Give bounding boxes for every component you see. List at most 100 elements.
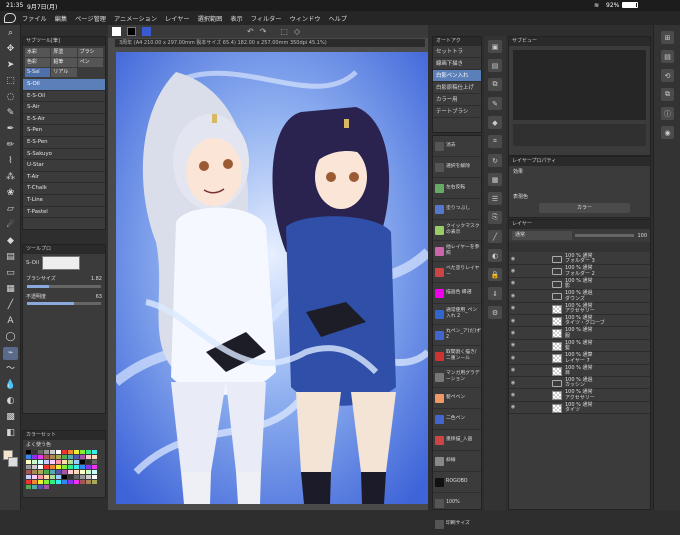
color-swatch-item[interactable] <box>68 480 73 484</box>
fill-tool-icon[interactable]: ◆ <box>488 116 502 129</box>
water-icon[interactable]: 💧 <box>3 379 18 392</box>
color-swatch-item[interactable] <box>86 455 91 459</box>
subtool-group[interactable]: ペン <box>77 58 103 67</box>
lasso-icon[interactable]: ◌ <box>3 91 18 104</box>
action-list-item[interactable]: 消去 <box>433 136 481 157</box>
active-brush-icon[interactable]: ⌁ <box>3 347 18 360</box>
action-list-item[interactable]: クイックマスクの表示 <box>433 220 481 241</box>
color-swatch-item[interactable] <box>44 465 49 469</box>
color-swatch-item[interactable] <box>32 485 37 489</box>
color-swatch-item[interactable] <box>32 470 37 474</box>
navigator-icon[interactable]: ⊞ <box>661 31 674 44</box>
subtool-group[interactable]: 鉛筆 <box>51 58 77 67</box>
blend-icon[interactable]: ☄ <box>3 219 18 232</box>
brush-item[interactable]: S-Pen <box>23 125 105 137</box>
color-swatch-item[interactable] <box>26 455 31 459</box>
text-icon[interactable]: A <box>3 315 18 328</box>
color-swatch-item[interactable] <box>74 475 79 479</box>
blue-color-icon[interactable] <box>142 27 151 36</box>
color-icon[interactable]: ◧ <box>3 427 18 440</box>
layer-row[interactable]: ◉ 100 % 通常 タイツ・グローブ <box>509 315 650 328</box>
subview-preview[interactable] <box>513 50 646 120</box>
decoration-icon[interactable]: ❀ <box>3 187 18 200</box>
select-all-icon[interactable]: ⬚ <box>280 27 288 36</box>
color-swatch-item[interactable] <box>92 460 97 464</box>
action-list-item[interactable]: 丸ペン_ア(だ)ず 2 <box>433 325 481 346</box>
color-swatch-item[interactable] <box>26 465 31 469</box>
layer-row[interactable]: ◉ 100 % 通常影 <box>509 278 650 291</box>
color-swatch-item[interactable] <box>32 475 37 479</box>
auto-action-item[interactable]: セットトラ <box>433 46 481 58</box>
action-list-item[interactable]: 墨掛描_入画 <box>433 430 481 451</box>
color-swatch-item[interactable] <box>92 475 97 479</box>
color-swatch-item[interactable] <box>38 480 43 484</box>
subtool-group[interactable]: 厚塗 <box>51 48 77 57</box>
color-swatch-item[interactable] <box>68 470 73 474</box>
action-list-item[interactable]: 二色ペン <box>433 409 481 430</box>
visibility-eye-icon[interactable]: ◉ <box>509 380 517 386</box>
action-list-item[interactable]: 取間割く描き/二重ンール <box>433 346 481 367</box>
pen-icon[interactable]: ✒ <box>3 123 18 136</box>
color-swatch-item[interactable] <box>68 460 73 464</box>
color-swatch-item[interactable] <box>50 450 55 454</box>
layer-row[interactable]: ◉ 100 % 通過 ダウンズ <box>509 290 650 303</box>
material-icon[interactable]: ▤ <box>661 50 674 63</box>
action-list-item[interactable]: 100% <box>433 493 481 514</box>
color-swatch-item[interactable] <box>50 455 55 459</box>
menu-animation[interactable]: アニメーション <box>114 14 157 23</box>
brush-item[interactable]: T-Chalk <box>23 183 105 195</box>
fill-icon[interactable]: ◆ <box>3 235 18 248</box>
layer-row[interactable]: ◉ 100 % 通常 フォルダー 3 <box>509 253 650 266</box>
color-swatch-item[interactable] <box>56 470 61 474</box>
list-icon[interactable]: ☰ <box>488 192 502 205</box>
color-swatch-item[interactable] <box>86 460 91 464</box>
menu-filter[interactable]: フィルター <box>251 14 282 23</box>
info-icon[interactable]: ⓘ <box>661 107 674 120</box>
layer-new-icon[interactable]: ▤ <box>488 59 502 72</box>
menu-view[interactable]: 表示 <box>230 14 242 23</box>
action-list-item[interactable]: 他レイヤーを参照 <box>433 241 481 262</box>
auto-action-item[interactable]: カラー用 <box>433 94 481 106</box>
document-tab[interactable]: 3周年 (A4 210.00 x 297.00mm 製本サイズ 65.4) 18… <box>115 39 425 47</box>
color-swatch-item[interactable] <box>86 450 91 454</box>
blend-mode-select[interactable]: 通常 <box>512 231 572 240</box>
color-swatch-item[interactable] <box>92 455 97 459</box>
subtool-group[interactable]: 色彩 <box>25 58 51 67</box>
color-swatch-item[interactable] <box>74 460 79 464</box>
color-swatch-item[interactable] <box>32 465 37 469</box>
subview-controls[interactable] <box>513 124 646 146</box>
color-swatch-item[interactable] <box>26 450 31 454</box>
eyedropper-icon[interactable]: ✎ <box>3 107 18 120</box>
color-swatch-item[interactable] <box>68 475 73 479</box>
color-swatch-item[interactable] <box>56 450 61 454</box>
color-swatch-item[interactable] <box>32 450 37 454</box>
layer-row[interactable]: ◉ 100 % 通常服 <box>509 327 650 340</box>
color-swatch-item[interactable] <box>92 465 97 469</box>
history-icon[interactable]: ⟲ <box>661 69 674 82</box>
sub-color[interactable] <box>8 457 18 467</box>
color-swatch-item[interactable] <box>38 475 43 479</box>
menu-layer[interactable]: レイヤー <box>165 14 190 23</box>
color-swatch-item[interactable] <box>56 455 61 459</box>
white-color-icon[interactable] <box>112 27 121 36</box>
brush-item[interactable]: E-S-Air <box>23 114 105 126</box>
color-swatch-item[interactable] <box>80 450 85 454</box>
color-swatch-item[interactable] <box>74 470 79 474</box>
color-swatch-item[interactable] <box>38 450 43 454</box>
color-swatch-item[interactable] <box>32 455 37 459</box>
correct-line-icon[interactable]: 〜 <box>3 363 18 376</box>
color-swatch-item[interactable] <box>44 450 49 454</box>
color-swatch-item[interactable] <box>38 485 43 489</box>
merge-icon[interactable]: ⇓ <box>488 287 502 300</box>
black-color-icon[interactable] <box>127 27 136 36</box>
transform-icon[interactable]: ◇ <box>294 27 300 36</box>
texture-icon[interactable]: ▩ <box>3 411 18 424</box>
illustration-canvas[interactable] <box>116 52 428 504</box>
color-swatch-item[interactable] <box>62 470 67 474</box>
move-icon[interactable]: ✥ <box>3 43 18 56</box>
layer-row[interactable]: ◉ 100 % 通算 レイヤー 7 <box>509 352 650 365</box>
brush-item[interactable]: E-S-Oil <box>23 91 105 103</box>
brush-item[interactable]: T-Pastel <box>23 207 105 219</box>
app-logo-icon[interactable] <box>4 13 16 23</box>
visibility-eye-icon[interactable]: ◉ <box>509 318 517 324</box>
